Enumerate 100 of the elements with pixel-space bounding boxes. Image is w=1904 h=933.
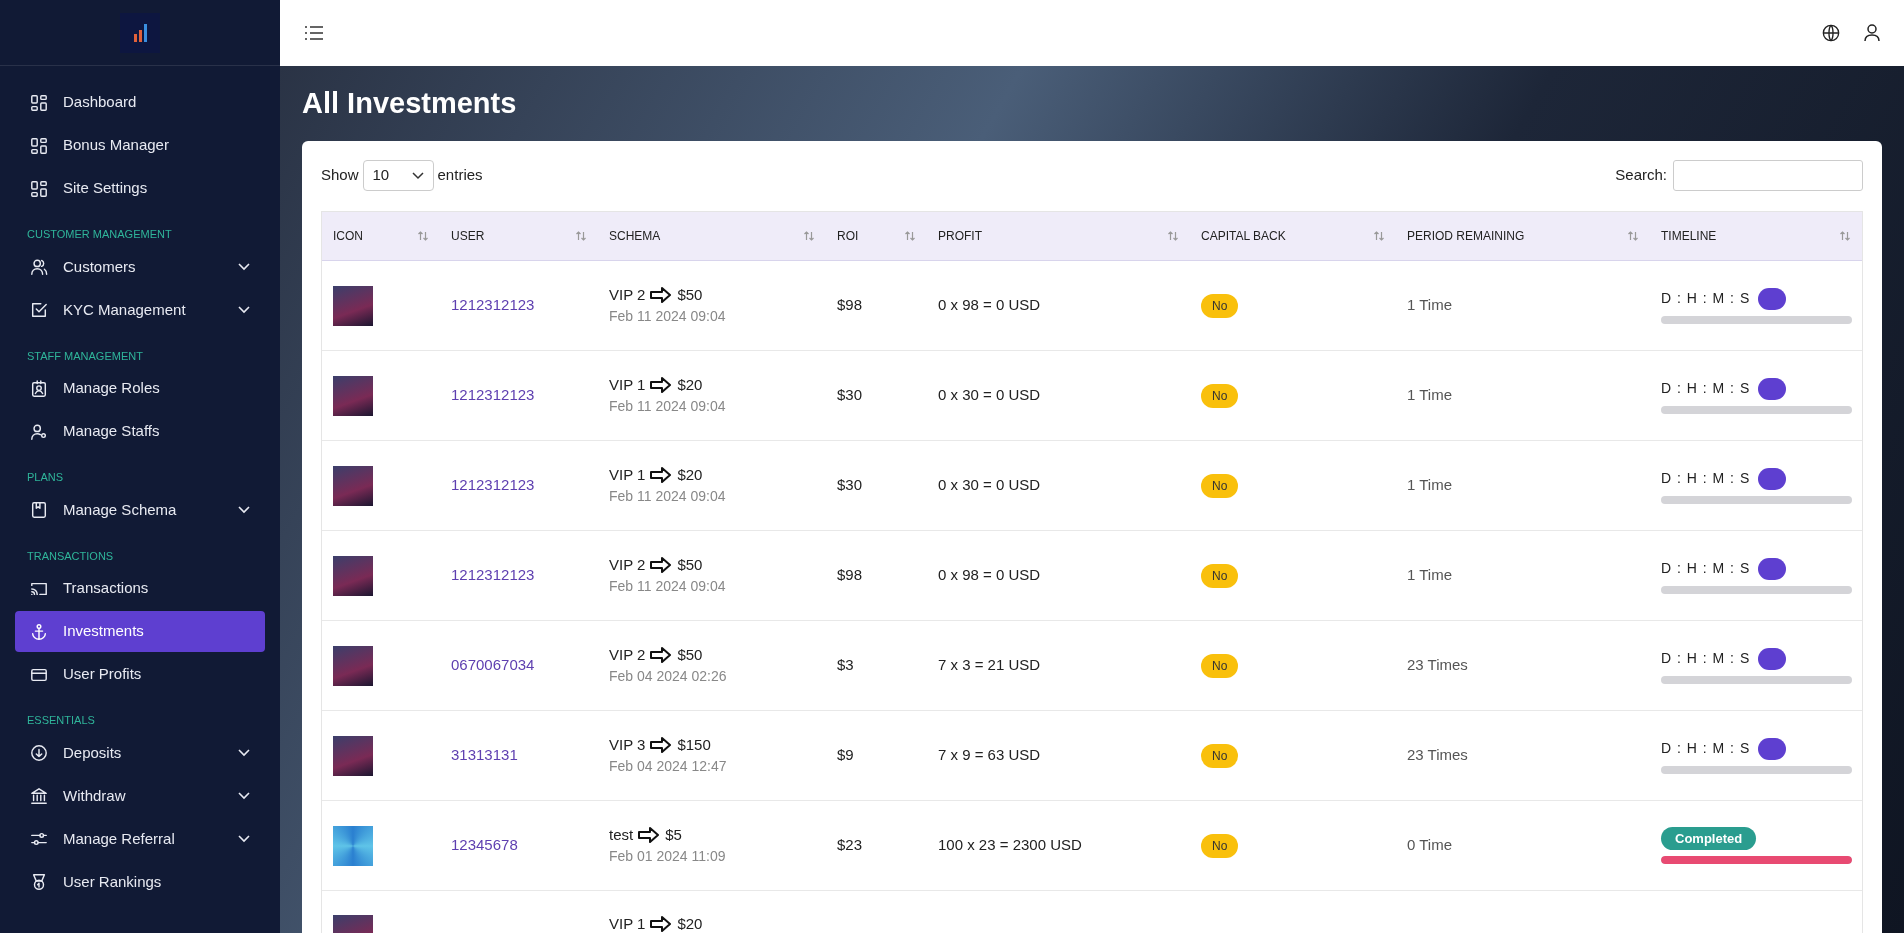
sidebar-item[interactable]: User Profits bbox=[15, 654, 265, 695]
sidebar-item[interactable]: Transactions bbox=[15, 568, 265, 609]
table-cell-text: $23 bbox=[836, 835, 864, 856]
table-cell-text: $98 bbox=[836, 565, 864, 586]
table-cell-text: 1 Time bbox=[1406, 565, 1453, 586]
schema-name: VIP 1 bbox=[609, 374, 646, 395]
user-icon[interactable] bbox=[1864, 24, 1880, 42]
sidebar-item[interactable]: Investments bbox=[15, 611, 265, 652]
schema-name: VIP 2 bbox=[609, 284, 646, 305]
menu-icon[interactable] bbox=[304, 25, 324, 41]
schema-amount: $50 bbox=[677, 554, 703, 575]
show-label: Show bbox=[321, 165, 359, 186]
investment-date: Feb 11 2024 09:04 bbox=[609, 307, 727, 327]
logo-icon[interactable] bbox=[120, 12, 160, 53]
table-cell-text: 23 Times bbox=[1406, 655, 1469, 676]
user-link[interactable]: 1212312123 bbox=[440, 564, 598, 587]
users-icon bbox=[30, 258, 48, 276]
sidebar-item[interactable]: Customers bbox=[15, 246, 265, 288]
arrow-right-icon bbox=[650, 467, 673, 483]
investment-date: Feb 11 2024 09:04 bbox=[609, 397, 727, 417]
swirl-thumbnail bbox=[333, 825, 373, 866]
sort-icon bbox=[1167, 230, 1179, 242]
sidebar-item[interactable]: KYC Management bbox=[15, 289, 265, 331]
sidebar-item[interactable]: Manage Referral bbox=[15, 818, 265, 860]
countdown-label: D : H : M : S bbox=[1661, 559, 1751, 578]
table-cell-text: 0 x 98 = 0 USD bbox=[937, 565, 1042, 586]
countdown-label: D : H : M : S bbox=[1661, 289, 1751, 308]
sort-icon bbox=[803, 230, 815, 242]
arrow-right-icon bbox=[638, 827, 661, 843]
user-link[interactable]: 1212312123 bbox=[440, 384, 598, 407]
column-header[interactable]: PROFIT bbox=[927, 212, 1190, 260]
section-heading: CUSTOMER MANAGEMENT bbox=[26, 227, 173, 242]
grid-icon bbox=[30, 136, 48, 155]
capital-back-badge: No bbox=[1201, 473, 1239, 498]
table-cell-text: $30 bbox=[836, 475, 864, 496]
sidebar-item[interactable]: Deposits bbox=[15, 732, 265, 774]
user-link[interactable]: 12345678 bbox=[440, 834, 598, 857]
thumbnail-placeholder bbox=[333, 375, 373, 416]
schema-amount: $20 bbox=[677, 914, 703, 933]
thumbnail-placeholder bbox=[333, 735, 373, 776]
table-cell-text: 1 Time bbox=[1406, 385, 1453, 406]
column-header[interactable]: USER bbox=[440, 212, 598, 260]
investment-date: Feb 11 2024 09:04 bbox=[609, 577, 727, 597]
table-cell-text: 1 Time bbox=[1406, 475, 1453, 496]
capital-back-badge: No bbox=[1201, 563, 1239, 588]
capital-back-badge: No bbox=[1201, 653, 1239, 678]
id-badge-icon bbox=[30, 379, 48, 398]
sidebar-item[interactable]: Manage Schema bbox=[15, 489, 265, 531]
arrow-right-icon bbox=[650, 287, 673, 303]
section-heading: ESSENTIALS bbox=[26, 713, 96, 728]
arrow-right-icon bbox=[650, 377, 673, 393]
grid-icon bbox=[30, 179, 48, 198]
user-link[interactable]: 1212312123 bbox=[440, 474, 598, 497]
sidebar-item[interactable]: User Rankings bbox=[15, 861, 265, 903]
column-header[interactable]: TIMELINE bbox=[1650, 212, 1862, 260]
download-circle-icon bbox=[30, 744, 48, 762]
table-cell-text: 7 x 9 = 63 USD bbox=[937, 745, 1042, 766]
user-link[interactable]: 0670067034 bbox=[440, 654, 598, 677]
table-cell-text: 0 Time bbox=[1406, 835, 1453, 856]
globe-icon[interactable] bbox=[1822, 24, 1840, 42]
schema-name: VIP 2 bbox=[609, 554, 646, 575]
sidebar-item[interactable]: Dashboard bbox=[15, 82, 265, 123]
search-field[interactable] bbox=[1673, 160, 1863, 191]
countdown-label: D : H : M : S bbox=[1661, 649, 1751, 668]
column-header[interactable]: CAPITAL BACK bbox=[1190, 212, 1396, 260]
capital-back-badge: No bbox=[1201, 833, 1239, 858]
sidebar-item[interactable]: Site Settings bbox=[15, 168, 265, 209]
section-heading: PLANS bbox=[26, 470, 65, 485]
user-link[interactable]: 1212312123 bbox=[440, 294, 598, 317]
table-cell-text: $3 bbox=[836, 655, 855, 676]
column-header[interactable]: ICON bbox=[322, 212, 440, 260]
schema-name: test bbox=[609, 824, 634, 845]
column-header[interactable]: PERIOD REMAINING bbox=[1396, 212, 1650, 260]
sidebar-item[interactable]: Manage Staffs bbox=[15, 411, 265, 452]
investment-date: Feb 11 2024 09:04 bbox=[609, 487, 727, 507]
schema-amount: $20 bbox=[677, 464, 703, 485]
column-header[interactable]: ROI bbox=[826, 212, 927, 260]
sidebar-item[interactable]: Withdraw bbox=[15, 775, 265, 817]
arrow-right-icon bbox=[650, 737, 673, 753]
column-header[interactable]: SCHEMA bbox=[598, 212, 826, 260]
schema-name: VIP 2 bbox=[609, 644, 646, 665]
table-cell-text: $98 bbox=[836, 295, 864, 316]
investment-date: Feb 01 2024 11:09 bbox=[609, 847, 727, 867]
thumbnail-placeholder bbox=[333, 285, 373, 326]
schema-amount: $5 bbox=[665, 824, 682, 845]
table-cell-text: 1 Time bbox=[1406, 295, 1453, 316]
page-size-select[interactable]: 10 bbox=[362, 160, 434, 191]
capital-back-badge: No bbox=[1201, 293, 1239, 318]
sidebar-item[interactable]: Manage Roles bbox=[15, 368, 265, 409]
schema-name: VIP 1 bbox=[609, 914, 646, 933]
table-cell-text: 0 x 30 = 0 USD bbox=[937, 385, 1042, 406]
page-title: All Investments bbox=[302, 85, 518, 121]
sort-icon bbox=[904, 230, 916, 242]
bookmark-icon bbox=[30, 501, 48, 519]
sort-icon bbox=[1839, 230, 1851, 242]
sidebar-item[interactable]: Bonus Manager bbox=[15, 125, 265, 166]
table-cell-text: 23 Times bbox=[1406, 745, 1469, 766]
checkbox-icon bbox=[30, 301, 48, 319]
entries-label: entries bbox=[437, 165, 483, 186]
user-link[interactable]: 31313131 bbox=[440, 744, 598, 767]
